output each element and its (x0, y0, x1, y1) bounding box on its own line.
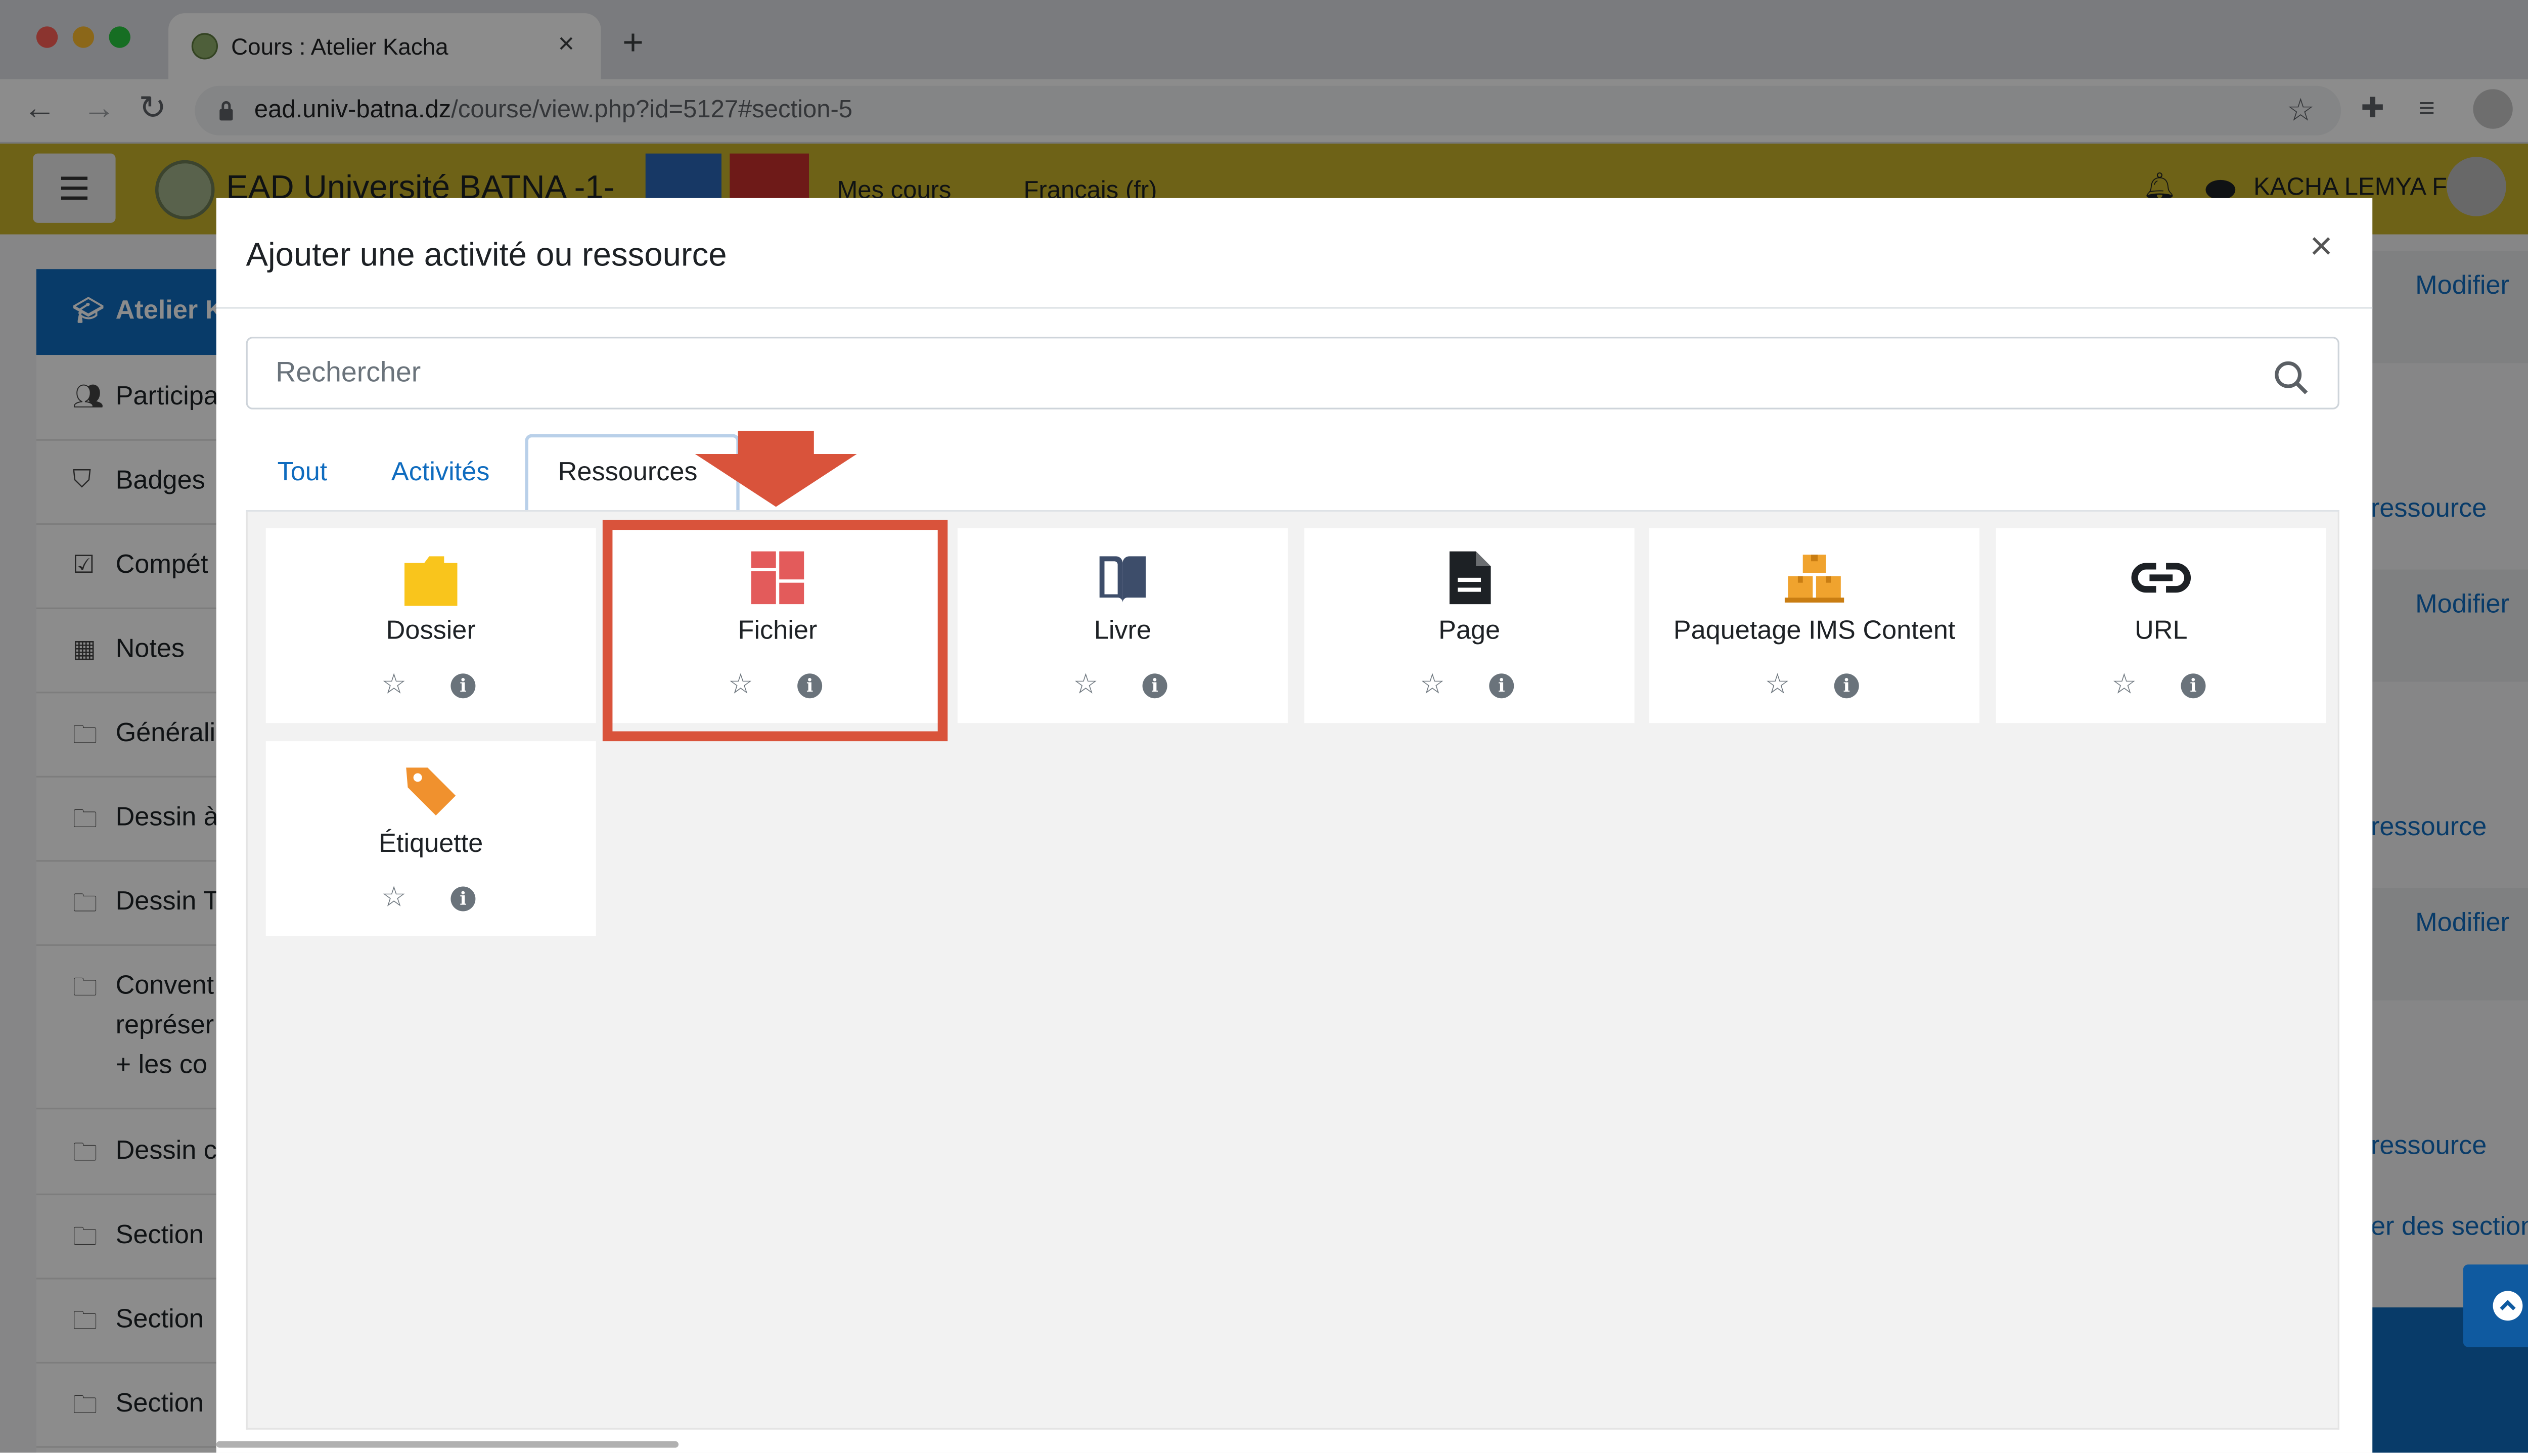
resource-card-dossier[interactable]: Dossier ☆ i (265, 528, 596, 723)
resource-label: Page (1438, 617, 1501, 646)
link-icon (2131, 563, 2191, 593)
activity-chooser-modal: Ajouter une activité ou ressource × Tout… (216, 198, 2373, 1453)
tab-activites[interactable]: Activités (391, 459, 490, 489)
resource-card-livre[interactable]: Livre ☆ i (957, 528, 1288, 723)
info-icon[interactable]: i (2181, 673, 2206, 699)
resource-card-url[interactable]: URL ☆ i (1996, 528, 2326, 723)
modal-header-divider (216, 307, 2373, 309)
label-tag-icon (406, 767, 456, 816)
resource-label: Dossier (386, 617, 476, 646)
pointer-arrow-icon (695, 431, 857, 507)
star-favourite-icon[interactable]: ☆ (381, 670, 407, 699)
star-favourite-icon[interactable]: ☆ (381, 883, 407, 912)
resource-label: Étiquette (379, 830, 483, 858)
back-to-top-button[interactable] (2463, 1264, 2528, 1347)
info-icon[interactable]: i (450, 673, 476, 699)
horizontal-scrollbar[interactable] (216, 1441, 679, 1448)
star-favourite-icon[interactable]: ☆ (2111, 670, 2137, 699)
info-icon[interactable]: i (1489, 673, 1514, 699)
fichier-highlight-box (602, 520, 948, 742)
tab-tout[interactable]: Tout (278, 459, 328, 489)
modal-close-button[interactable]: × (2310, 227, 2333, 267)
resource-card-page[interactable]: Page ☆ i (1304, 528, 1635, 723)
resource-card-ims-package[interactable]: Paquetage IMS Content ☆ i (1649, 528, 1980, 723)
folder-icon (404, 556, 458, 606)
star-favourite-icon[interactable]: ☆ (1420, 670, 1445, 699)
star-favourite-icon[interactable]: ☆ (1073, 670, 1098, 699)
ims-package-icon (1784, 555, 1844, 603)
modal-title: Ajouter une activité ou ressource (246, 238, 727, 275)
resource-label: URL (2134, 617, 2188, 646)
arrow-up-circle-icon (2493, 1291, 2523, 1321)
resource-label: Paquetage IMS Content (1673, 617, 1956, 646)
info-icon[interactable]: i (450, 886, 476, 912)
info-icon[interactable]: i (1834, 673, 1859, 699)
book-icon (1099, 556, 1146, 603)
info-icon[interactable]: i (1142, 673, 1167, 699)
resource-card-etiquette[interactable]: Étiquette ☆ i (265, 741, 596, 936)
star-favourite-icon[interactable]: ☆ (1765, 670, 1790, 699)
resource-label: Livre (1094, 617, 1152, 646)
search-icon[interactable] (2273, 360, 2310, 396)
tab-ressources[interactable]: Ressources (558, 459, 698, 489)
page-icon (1449, 551, 1491, 605)
search-input[interactable] (246, 337, 2339, 410)
